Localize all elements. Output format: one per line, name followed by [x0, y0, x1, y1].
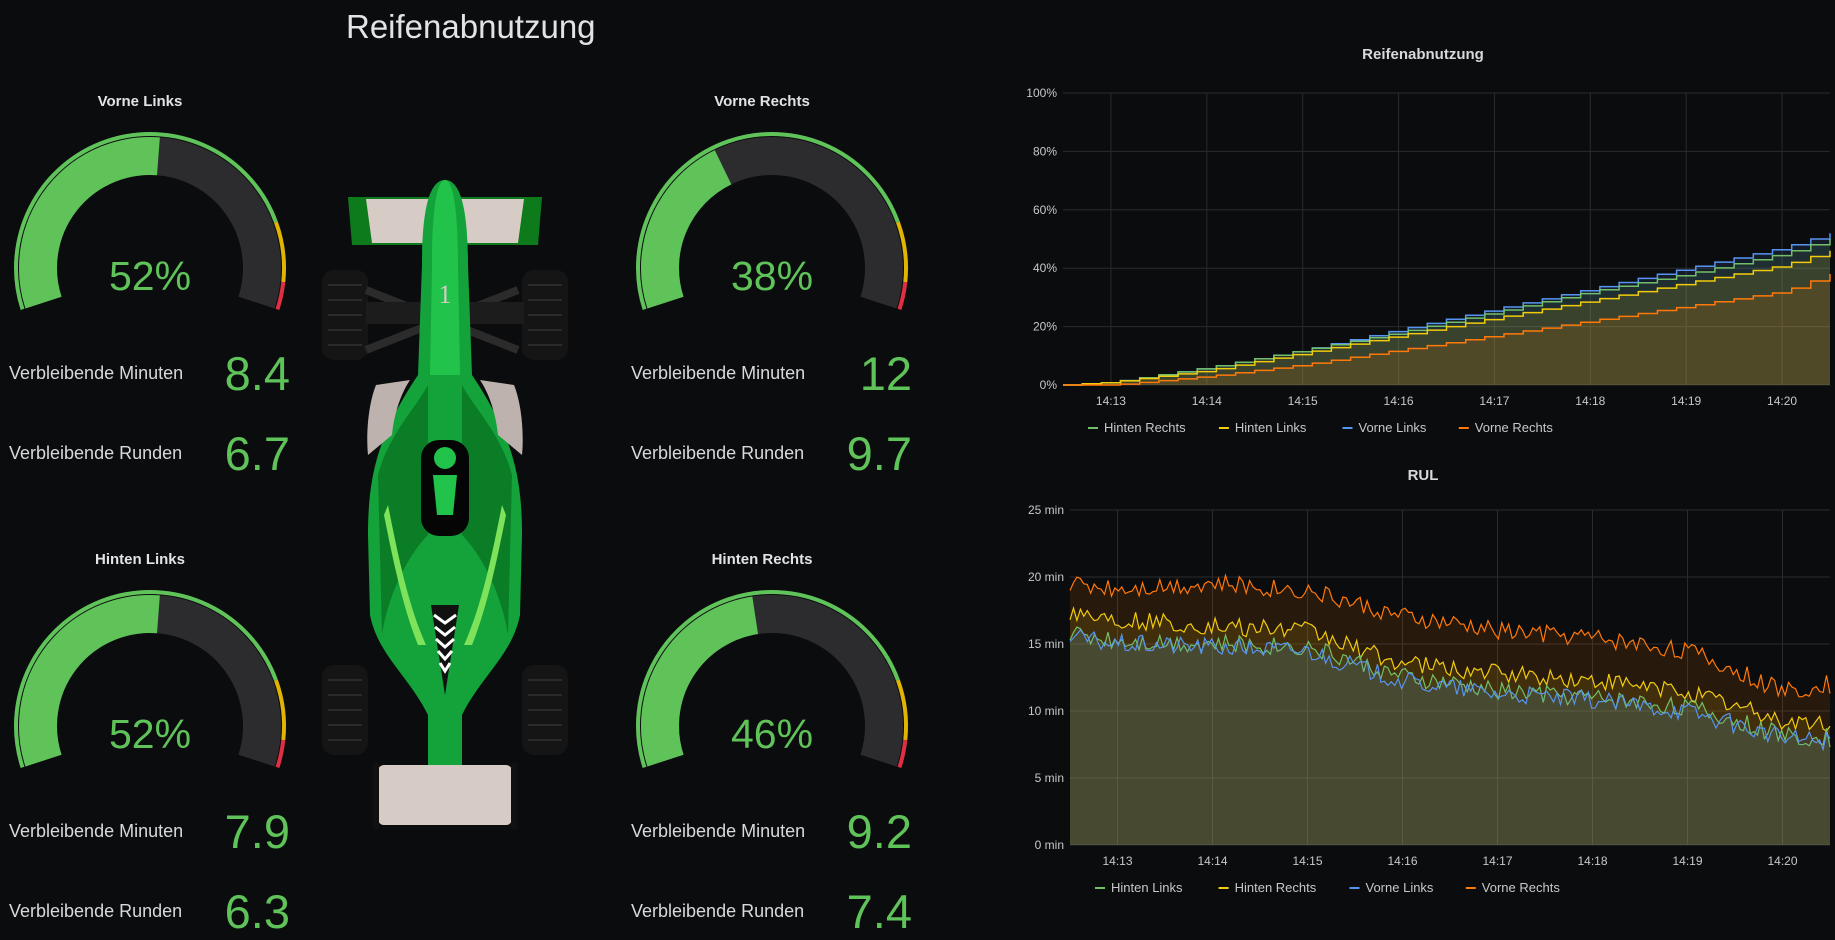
x-tick-label: 14:14: [1192, 394, 1222, 408]
y-tick-label: 0%: [1040, 378, 1058, 392]
y-tick-label: 40%: [1033, 261, 1057, 275]
race-car-image: 1: [322, 180, 568, 829]
y-tick-label: 60%: [1033, 203, 1057, 217]
y-tick-label: 0 min: [1035, 838, 1064, 852]
minutes-label-hinten-links: Verbleibende Minuten: [9, 821, 184, 841]
y-tick-label: 10 min: [1028, 704, 1064, 718]
y-tick-label: 20%: [1033, 320, 1057, 334]
dashboard-title: Reifenabnutzung: [346, 8, 596, 45]
laps-label-hinten-rechts: Verbleibende Runden: [631, 901, 805, 921]
x-tick-label: 14:20: [1767, 394, 1797, 408]
y-tick-label: 15 min: [1028, 637, 1064, 651]
x-tick-label: 14:19: [1671, 394, 1701, 408]
wear-chart: Reifenabnutzung 0% 20% 40% 60% 80% 100% 14:13 14…: [1026, 46, 1831, 435]
svg-text:1: 1: [439, 280, 452, 309]
y-tick-label: 100%: [1026, 86, 1057, 100]
x-tick-label: 14:20: [1767, 854, 1797, 868]
x-tick-label: 14:17: [1482, 854, 1512, 868]
y-tick-label: 25 min: [1028, 503, 1064, 517]
chart-title: RUL: [1408, 467, 1439, 484]
x-tick-label: 14:13: [1096, 394, 1126, 408]
laps-label-hinten-links: Verbleibende Runden: [9, 901, 183, 921]
minutes-value-vorne-links: 8.4: [224, 347, 290, 400]
rul-chart: RUL 0 min 5 min 10 min 15 min 20 min 25 min 14:…: [1028, 467, 1831, 895]
x-tick-label: 14:15: [1288, 394, 1318, 408]
gauge-title-hinten-links: Hinten Links: [94, 551, 185, 568]
minutes-label-vorne-links: Verbleibende Minuten: [9, 363, 184, 383]
laps-value-hinten-links: 6.3: [224, 885, 290, 938]
x-tick-label: 14:16: [1384, 394, 1414, 408]
laps-value-vorne-links: 6.7: [224, 427, 290, 480]
x-tick-label: 14:17: [1479, 394, 1509, 408]
laps-value-hinten-rechts: 7.4: [846, 885, 912, 938]
gauge-percent-vorne-rechts: 38%: [730, 253, 814, 299]
minutes-value-vorne-rechts: 12: [859, 347, 912, 400]
chart-title: Reifenabnutzung: [1362, 46, 1484, 63]
y-tick-label: 80%: [1033, 144, 1057, 158]
minutes-label-hinten-rechts: Verbleibende Minuten: [631, 821, 806, 841]
gauge-percent-hinten-rechts: 46%: [730, 711, 814, 757]
legend-item: Vorne Links: [1359, 420, 1427, 435]
x-tick-label: 14:16: [1387, 854, 1417, 868]
legend-item: Vorne Rechts: [1482, 880, 1561, 895]
x-tick-label: 14:13: [1102, 854, 1132, 868]
legend-item: Hinten Links: [1111, 880, 1183, 895]
x-tick-label: 14:15: [1292, 854, 1322, 868]
legend-item: Vorne Links: [1366, 880, 1434, 895]
gauge-percent-vorne-links: 52%: [108, 253, 192, 299]
gauge-title-vorne-rechts: Vorne Rechts: [714, 93, 810, 110]
laps-label-vorne-rechts: Verbleibende Runden: [631, 443, 805, 463]
legend-item: Hinten Links: [1235, 420, 1307, 435]
x-tick-label: 14:18: [1575, 394, 1605, 408]
gauge-title-hinten-rechts: Hinten Rechts: [711, 551, 813, 568]
y-tick-label: 20 min: [1028, 570, 1064, 584]
legend-item: Hinten Rechts: [1235, 880, 1317, 895]
legend-item: Hinten Rechts: [1104, 420, 1186, 435]
y-tick-label: 5 min: [1035, 771, 1064, 785]
minutes-label-vorne-rechts: Verbleibende Minuten: [631, 363, 806, 383]
laps-value-vorne-rechts: 9.7: [846, 427, 912, 480]
minutes-value-hinten-rechts: 9.2: [846, 805, 912, 858]
x-tick-label: 14:14: [1197, 854, 1227, 868]
gauge-title-vorne-links: Vorne Links: [97, 93, 183, 110]
legend-item: Vorne Rechts: [1475, 420, 1554, 435]
gauge-percent-hinten-links: 52%: [108, 711, 192, 757]
minutes-value-hinten-links: 7.9: [224, 805, 290, 858]
x-tick-label: 14:18: [1577, 854, 1607, 868]
x-tick-label: 14:19: [1672, 854, 1702, 868]
laps-label-vorne-links: Verbleibende Runden: [9, 443, 183, 463]
